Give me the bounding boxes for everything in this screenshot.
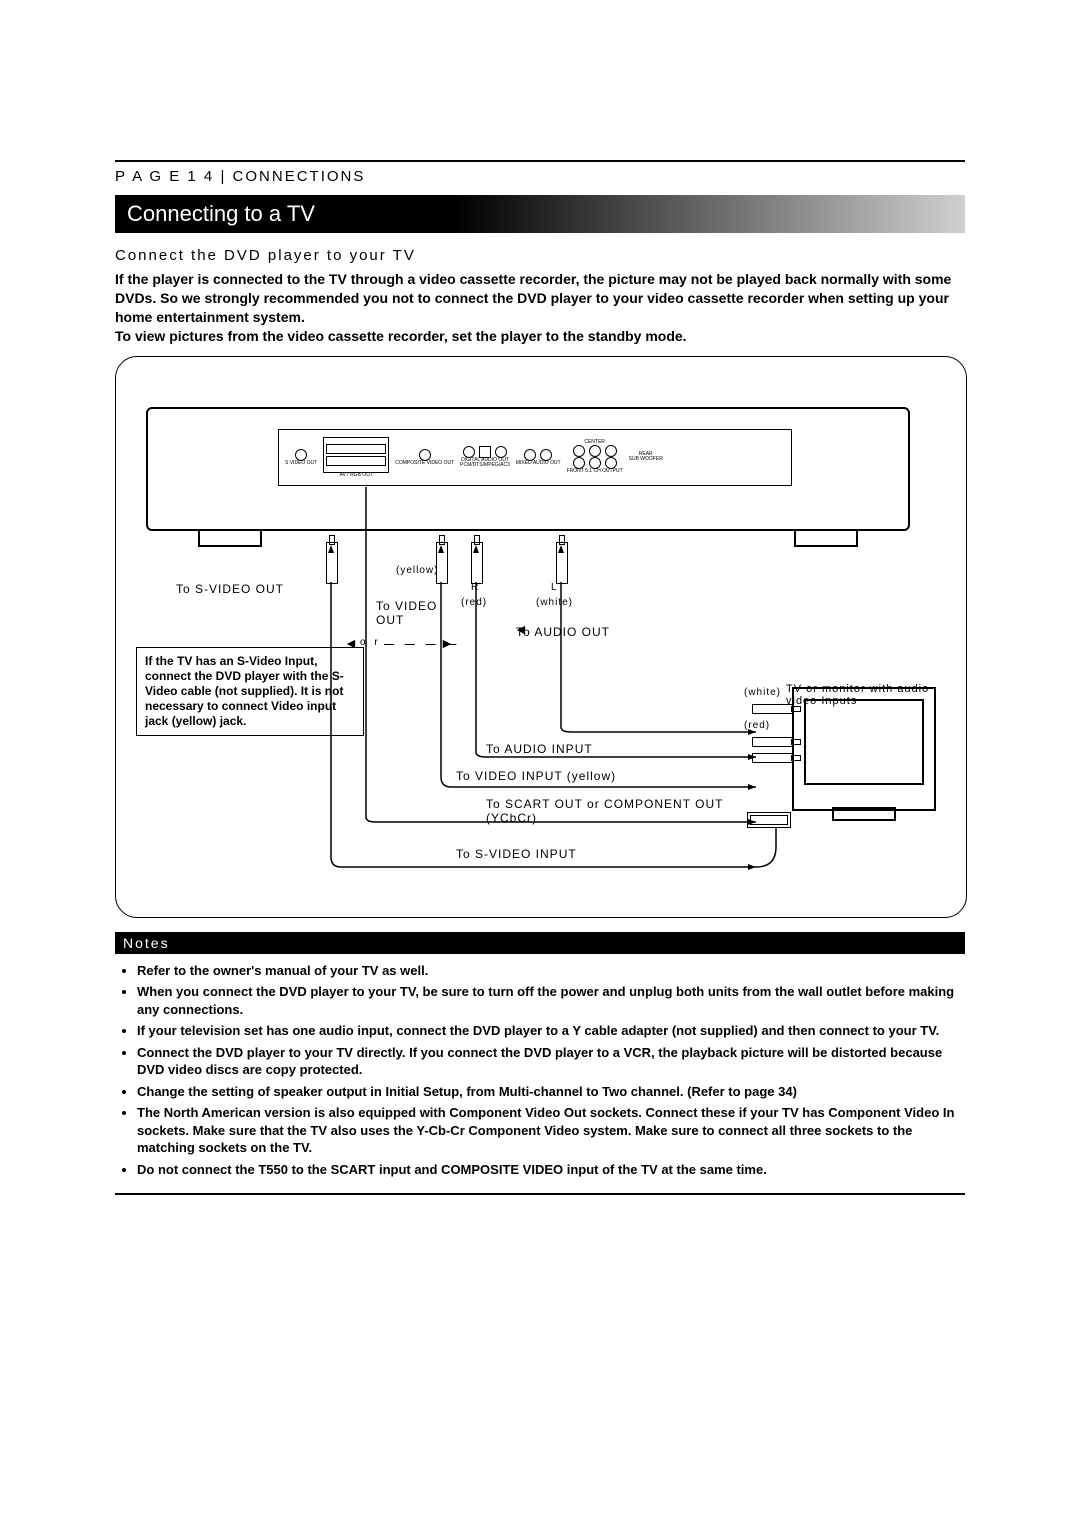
note-item: If your television set has one audio inp… bbox=[137, 1022, 965, 1040]
note-item: The North American version is also equip… bbox=[137, 1104, 965, 1157]
label-scart-component: To SCART OUT or COMPONENT OUT (YCbCr) bbox=[486, 797, 736, 825]
sub-heading: Connect the DVD player to your TV bbox=[115, 247, 965, 264]
notes-list: Refer to the owner's manual of your TV a… bbox=[115, 962, 965, 1179]
label-audio-input: To AUDIO INPUT bbox=[486, 742, 593, 756]
label-r: R bbox=[471, 582, 479, 593]
section-title: Connecting to a TV bbox=[115, 195, 965, 233]
page-number: P A G E 1 4 bbox=[115, 168, 214, 185]
rca-red-plug bbox=[752, 737, 794, 747]
dvd-player-rear: S VIDEO OUT AV / RGB OUT COMPOSITE VIDEO… bbox=[146, 407, 910, 531]
label-video-out: To VIDEO OUT bbox=[376, 599, 456, 627]
back-panel: S VIDEO OUT AV / RGB OUT COMPOSITE VIDEO… bbox=[278, 429, 792, 486]
port-avrgb: AV / RGB OUT bbox=[340, 473, 373, 478]
port-front51: FRONT 5.1 CH OUTPUT bbox=[567, 469, 623, 474]
header-divider: | bbox=[220, 168, 226, 185]
note-item: Change the setting of speaker output in … bbox=[137, 1083, 965, 1101]
label-audio-out: To AUDIO OUT bbox=[516, 625, 610, 639]
note-item: Connect the DVD player to your TV direct… bbox=[137, 1044, 965, 1079]
svideo-tip: If the TV has an S-Video Input, connect … bbox=[136, 647, 364, 736]
label-red: (red) bbox=[461, 597, 487, 608]
note-item: Refer to the owner's manual of your TV a… bbox=[137, 962, 965, 980]
label-svideo-out: To S-VIDEO OUT bbox=[176, 582, 284, 596]
page-header: P A G E 1 4 | CONNECTIONS bbox=[115, 168, 965, 185]
label-svideo-input: To S-VIDEO INPUT bbox=[456, 847, 577, 861]
rca-yellow-plug bbox=[752, 753, 794, 763]
port-mixed: MIXED AUDIO OUT bbox=[516, 461, 561, 466]
port-svideo: S VIDEO OUT bbox=[285, 461, 317, 466]
connection-diagram: S VIDEO OUT AV / RGB OUT COMPOSITE VIDEO… bbox=[115, 356, 967, 918]
tv-monitor bbox=[792, 687, 936, 811]
port-composite: COMPOSITE VIDEO OUT bbox=[395, 461, 454, 466]
notes-heading: Notes bbox=[115, 932, 965, 954]
label-yellow: (yellow) bbox=[396, 565, 438, 576]
header-section: CONNECTIONS bbox=[233, 168, 366, 185]
intro-text: If the player is connected to the TV thr… bbox=[115, 270, 965, 346]
label-red2: (red) bbox=[744, 720, 794, 731]
label-video-input: To VIDEO INPUT (yellow) bbox=[456, 769, 616, 783]
label-white: (white) bbox=[536, 597, 573, 608]
port-sub: SUB WOOFER bbox=[629, 457, 663, 462]
label-l: L bbox=[551, 582, 558, 593]
note-item: When you connect the DVD player to your … bbox=[137, 983, 965, 1018]
port-pcm: PCM/DTS/MPEG/AC3 bbox=[460, 463, 510, 468]
note-item: Do not connect the T550 to the SCART inp… bbox=[137, 1161, 965, 1179]
